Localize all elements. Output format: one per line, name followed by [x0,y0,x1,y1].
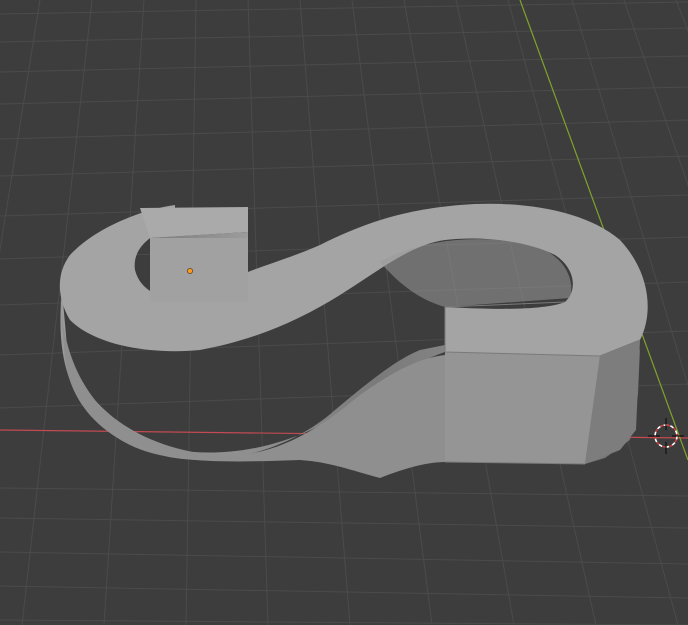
s-end-block-front [445,352,600,464]
s-left-end-face [150,238,248,302]
origin-point[interactable] [187,268,193,274]
3d-viewport[interactable] [0,0,688,625]
